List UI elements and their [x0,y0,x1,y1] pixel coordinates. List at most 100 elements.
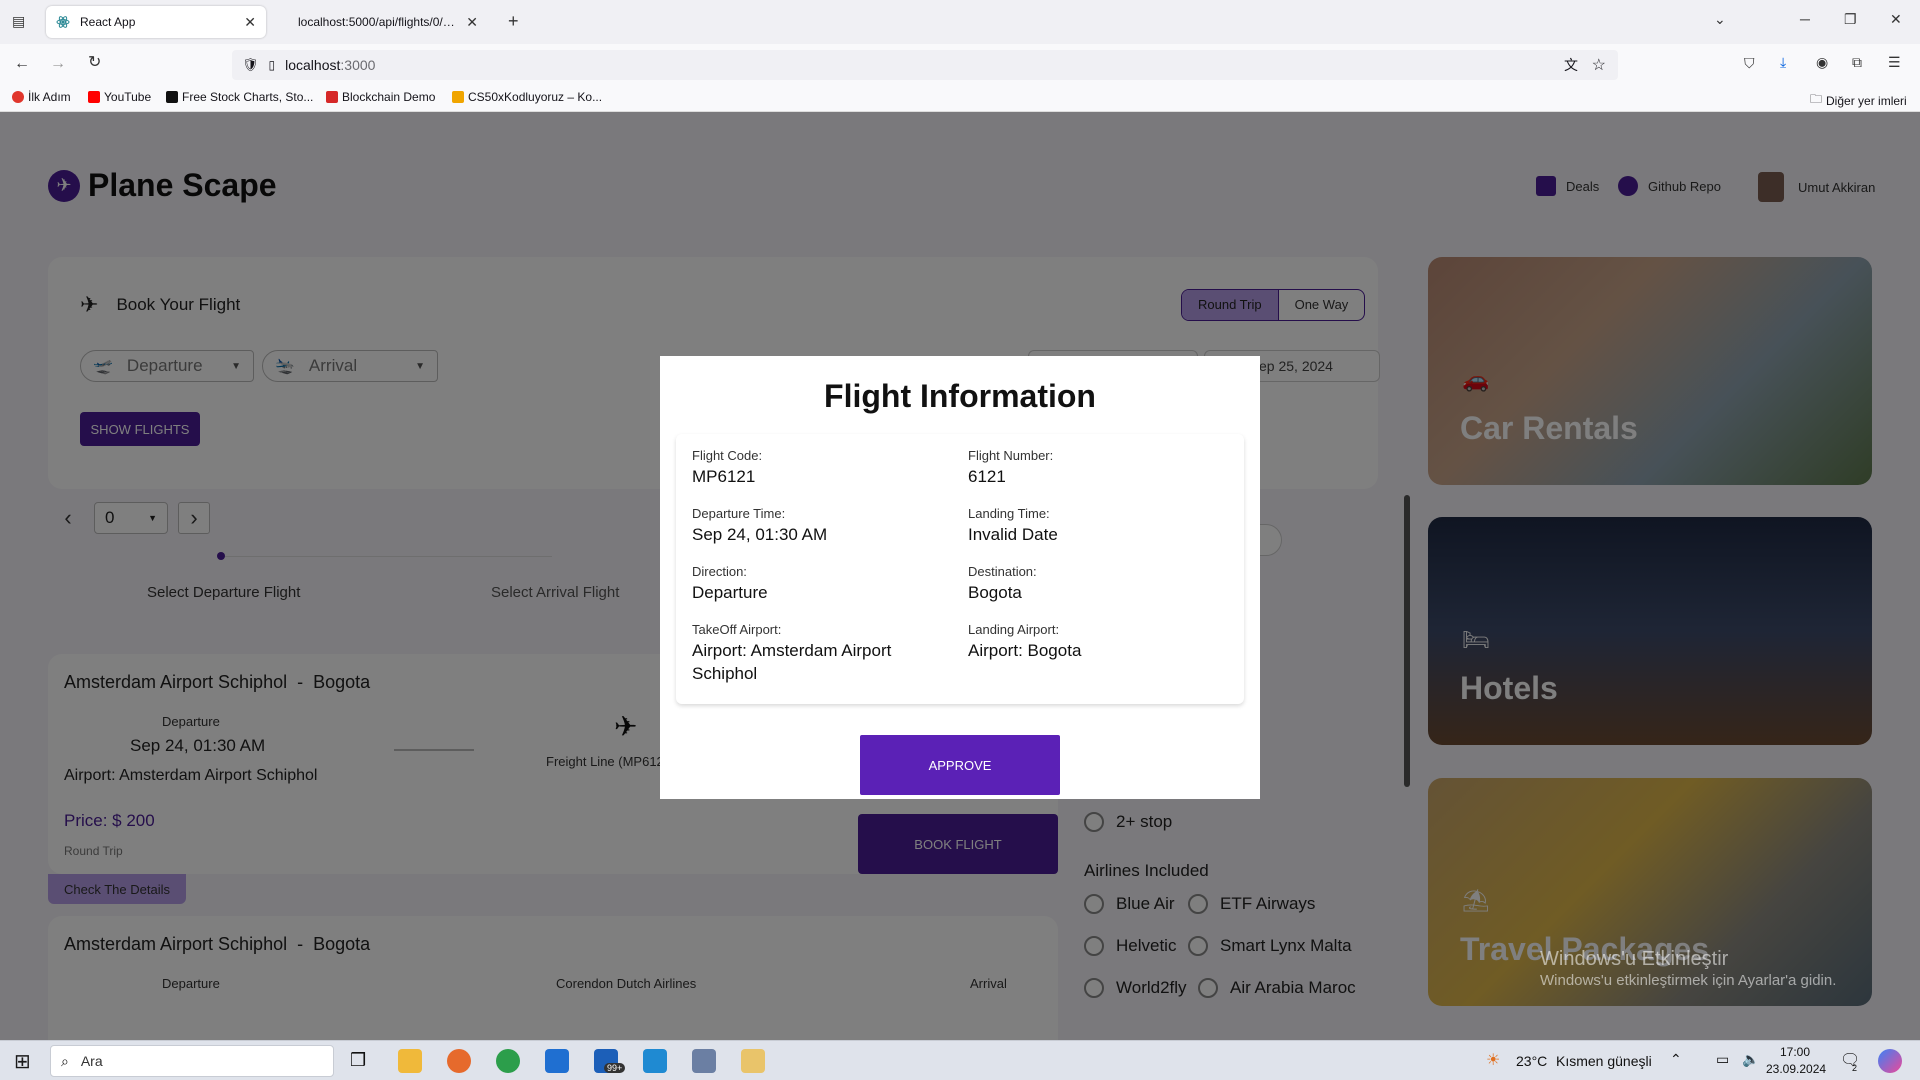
clock-date[interactable]: 23.09.2024 [1766,1062,1826,1076]
bookmark-label: CS50xKodluyoruz – Ko... [468,90,603,104]
blockchain-icon [326,91,338,103]
firefox-icon [12,91,24,103]
info-value: Sep 24, 01:30 AM [692,525,828,544]
paint-icon[interactable] [741,1049,765,1073]
url-host: localhost [285,57,341,73]
forward-icon[interactable]: → [50,56,66,72]
info-label: Landing Time: [968,506,1050,521]
browser-nav-bar: ← → ↻ 🛡 ▯ localhost:3000 文 ☆ ⛉ ⤓ ◉ ⧉ ☰ [0,44,1920,84]
translate-icon[interactable]: 文 [1564,55,1578,75]
info-label: Departure Time: [692,506,786,521]
bookmark-label: YouTube [104,90,152,104]
bookmark-cs50x[interactable]: CS50xKodluyoruz – Ko... [452,90,602,104]
info-value: Departure [692,583,768,602]
firefox-icon[interactable] [447,1049,471,1073]
tab-title: localhost:5000/api/flights/0/202 [298,15,461,29]
info-label: Direction: [692,564,747,579]
flight-info-modal: Flight Information Flight Code: MP6121 F… [660,356,1260,799]
url-port: :3000 [340,57,376,73]
bookmark-youtube[interactable]: YouTube [88,90,151,104]
close-tab-icon[interactable]: ✕ [244,14,256,31]
address-bar[interactable]: 🛡 ▯ localhost:3000 文 ☆ [232,50,1618,80]
app-window-icon[interactable] [692,1049,716,1073]
extensions-icon[interactable]: ⧉ [1852,55,1862,69]
activation-watermark-title: Windows'u Etkinleştir [1540,948,1729,970]
network-icon[interactable]: ▭ [1716,1051,1729,1068]
info-value: Bogota [968,583,1022,602]
page-icon: ▯ [268,58,276,72]
volume-icon[interactable]: 🔈 [1742,1051,1759,1068]
weather-text[interactable]: Kısmen güneşli [1556,1053,1652,1069]
notification-count: 2 [1852,1063,1858,1073]
chevron-up-icon[interactable]: ⌃ [1670,1051,1682,1068]
file-explorer-icon[interactable] [398,1049,422,1073]
download-icon[interactable]: ⤓ [1780,55,1786,69]
search-placeholder: Ara [80,1053,103,1069]
bookmark-label: Blockchain Demo [342,90,436,104]
other-bookmarks-label: Diğer yer imleri [1826,93,1907,108]
activation-watermark-subtitle: Windows'u etkinleştirmek için Ayarlar'a … [1540,972,1837,989]
info-landing-airport: Landing Airport: Airport: Bogota [968,622,1228,663]
search-icon: ⌕ [61,1052,69,1069]
start-icon[interactable]: ⊞ [14,1049,31,1074]
weather-temp[interactable]: 23°C [1516,1053,1547,1069]
shield-icon[interactable]: 🛡 [242,57,259,73]
tab-react-app[interactable]: React App ✕ [46,6,266,38]
info-landing-time: Landing Time: Invalid Date [968,506,1228,547]
notification-icon[interactable]: 🗨 [1840,1050,1860,1070]
info-label: Destination: [968,564,1037,579]
kodluyoruz-icon [452,91,464,103]
info-destination: Destination: Bogota [968,564,1228,605]
store-icon[interactable] [545,1049,569,1073]
info-label: Flight Number: [968,448,1054,463]
restore-icon[interactable]: ❐ [1844,12,1857,26]
tab-list-icon[interactable]: ▤ [12,14,25,28]
star-icon[interactable]: ☆ [1592,55,1606,75]
tab-api-flights[interactable]: localhost:5000/api/flights/0/202 ✕ [288,6,488,38]
browser-tab-bar: ▤ React App ✕ localhost:5000/api/flights… [0,0,1920,44]
bookmark-blockchain-demo[interactable]: Blockchain Demo [326,90,435,104]
info-direction: Direction: Departure [692,564,952,605]
clock-time[interactable]: 17:00 [1780,1045,1810,1059]
account-icon[interactable]: ◉ [1816,55,1828,69]
chevron-down-icon[interactable]: ⌄ [1714,12,1726,26]
minimize-icon[interactable]: ─ [1800,12,1810,26]
bookmark-stock-charts[interactable]: Free Stock Charts, Sto... [166,90,313,104]
tradingview-icon [166,91,178,103]
copilot-icon[interactable] [1878,1049,1902,1073]
other-bookmarks[interactable]: 🗀 Diğer yer imleri [1810,90,1907,111]
bookmark-label: İlk Adım [28,90,71,104]
chrome-icon[interactable] [496,1049,520,1073]
info-value: MP6121 [692,467,756,486]
menu-icon[interactable]: ☰ [1888,55,1901,69]
react-favicon-icon [56,15,70,29]
info-value: Airport: Bogota [968,641,1082,660]
close-tab-icon[interactable]: ✕ [466,14,478,31]
back-icon[interactable]: ← [14,56,30,72]
info-value: Airport: Amsterdam Airport Schiphol [692,641,892,683]
task-view-icon[interactable]: ❒ [350,1050,366,1071]
modal-title: Flight Information [824,378,1096,414]
info-label: Flight Code: [692,448,763,463]
pocket-icon[interactable]: ⛉ [1744,56,1755,70]
approve-button[interactable]: APPROVE [860,735,1060,795]
folder-icon: 🗀 [1810,92,1823,106]
info-takeoff-airport: TakeOff Airport: Airport: Amsterdam Airp… [692,622,922,686]
close-window-icon[interactable]: ✕ [1890,12,1902,26]
info-label: Landing Airport: [968,622,1060,637]
flight-info-box: Flight Code: MP6121 Flight Number: 6121 … [676,434,1244,704]
new-tab-button[interactable]: + [508,12,519,30]
info-value: Invalid Date [968,525,1058,544]
info-value: 6121 [968,467,1006,486]
weather-icon[interactable]: ☀ [1486,1050,1500,1070]
bookmarks-bar: İlk Adım YouTube Free Stock Charts, Sto.… [0,84,1920,112]
info-label: TakeOff Airport: [692,622,782,637]
taskbar-search[interactable]: ⌕ Ara [50,1045,334,1077]
info-flight-number: Flight Number: 6121 [968,448,1228,489]
info-flight-code: Flight Code: MP6121 [692,448,952,489]
bookmark-label: Free Stock Charts, Sto... [182,90,314,104]
windows-taskbar: ⊞ ⌕ Ara ❒ 99+ ☀ 23°C Kısmen güneşli ⌃ ▭ … [0,1040,1920,1080]
vscode-icon[interactable] [643,1049,667,1073]
bookmark-ilk-adim[interactable]: İlk Adım [12,90,71,104]
reload-icon[interactable]: ↻ [88,55,101,71]
